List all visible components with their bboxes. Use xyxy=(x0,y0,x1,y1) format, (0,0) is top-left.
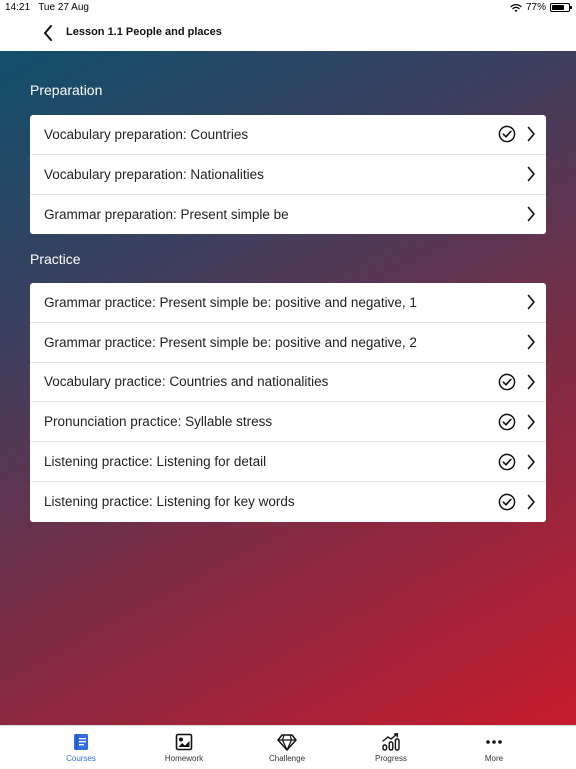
check-circle-icon xyxy=(498,126,516,143)
check-circle-icon xyxy=(498,413,516,431)
list-item[interactable]: Listening practice: Listening for detail xyxy=(30,442,546,482)
list-item-label: Vocabulary practice: Countries and natio… xyxy=(44,374,329,390)
wifi-icon xyxy=(510,3,522,12)
diamond-icon xyxy=(277,734,297,751)
chevron-right-icon xyxy=(527,207,535,222)
list-item[interactable]: Vocabulary practice: Countries and natio… xyxy=(30,363,546,403)
practice-list: Grammar practice: Present simple be: pos… xyxy=(30,283,546,522)
chevron-right-icon xyxy=(527,374,535,390)
tab-label-more: More xyxy=(484,754,504,763)
preparation-list: Vocabulary preparation: Countries Vocabul… xyxy=(30,115,546,235)
chevron-right-icon xyxy=(527,494,535,510)
list-item[interactable]: Vocabulary preparation: Nationalities xyxy=(30,155,546,195)
nav-bar: Lesson 1.1 People and places xyxy=(0,16,576,51)
check-circle-icon xyxy=(498,493,516,511)
status-date: Tue 27 Aug xyxy=(38,2,89,13)
list-item[interactable]: Vocabulary preparation: Countries xyxy=(30,115,546,155)
chevron-right-icon xyxy=(527,166,535,182)
section-heading-practice: Practice xyxy=(30,251,81,267)
list-item-label: Grammar practice: Present simple be: pos… xyxy=(44,334,417,350)
status-bar: 14:21 Tue 27 Aug 77% xyxy=(0,0,576,16)
check-circle-icon xyxy=(498,453,516,470)
homework-icon xyxy=(175,733,193,751)
lesson-content[interactable]: Preparation Vocabulary preparation: Coun… xyxy=(0,51,576,725)
tab-bar: Courses Homework Challenge Progress More xyxy=(0,725,576,768)
tab-homework[interactable]: Homework xyxy=(144,726,224,769)
list-item[interactable]: Grammar preparation: Present simple be xyxy=(30,195,546,235)
list-item[interactable]: Pronunciation practice: Syllable stress xyxy=(30,402,546,443)
chevron-right-icon xyxy=(527,454,535,469)
battery-percent: 77% xyxy=(525,2,546,13)
chevron-left-icon xyxy=(44,25,52,41)
tab-challenge[interactable]: Challenge xyxy=(247,726,327,769)
battery-icon xyxy=(550,3,572,12)
list-item-label: Vocabulary preparation: Nationalities xyxy=(44,166,264,182)
chevron-right-icon xyxy=(527,295,535,310)
list-item-label: Grammar preparation: Present simple be xyxy=(44,206,289,222)
battery-fill xyxy=(552,5,565,10)
list-item-label: Listening practice: Listening for key wo… xyxy=(44,494,295,510)
list-item-label: Listening practice: Listening for detail xyxy=(44,454,267,470)
battery-tip xyxy=(570,6,572,9)
tab-label-homework: Homework xyxy=(164,754,204,763)
status-clock: 14:21 xyxy=(5,2,31,13)
tab-label-progress: Progress xyxy=(374,754,407,763)
chevron-right-icon xyxy=(527,334,535,350)
list-item[interactable]: Listening practice: Listening for key wo… xyxy=(30,482,546,522)
tab-more[interactable]: More xyxy=(454,726,534,769)
check-circle-icon xyxy=(498,373,516,391)
back-button[interactable] xyxy=(36,20,60,46)
book-icon xyxy=(74,734,88,750)
page-title: Lesson 1.1 People and places xyxy=(66,26,222,38)
tab-progress[interactable]: Progress xyxy=(351,726,431,769)
tab-label-challenge: Challenge xyxy=(268,754,306,763)
list-item[interactable]: Grammar practice: Present simple be: pos… xyxy=(30,323,546,363)
section-heading-preparation: Preparation xyxy=(30,82,103,98)
progress-chart-icon xyxy=(382,733,400,751)
list-item-label: Pronunciation practice: Syllable stress xyxy=(44,414,273,430)
list-item-label: Grammar practice: Present simple be: pos… xyxy=(44,294,417,310)
chevron-right-icon xyxy=(527,127,535,142)
tab-courses[interactable]: Courses xyxy=(41,726,121,769)
status-time: 14:21 Tue 27 Aug xyxy=(5,2,89,13)
list-item-label: Vocabulary preparation: Countries xyxy=(44,126,249,142)
list-item[interactable]: Grammar practice: Present simple be: pos… xyxy=(30,283,546,323)
chevron-right-icon xyxy=(527,414,535,430)
more-dots-icon xyxy=(486,740,502,744)
status-indicators: 77% xyxy=(510,2,572,13)
tab-label-courses: Courses xyxy=(66,754,96,763)
